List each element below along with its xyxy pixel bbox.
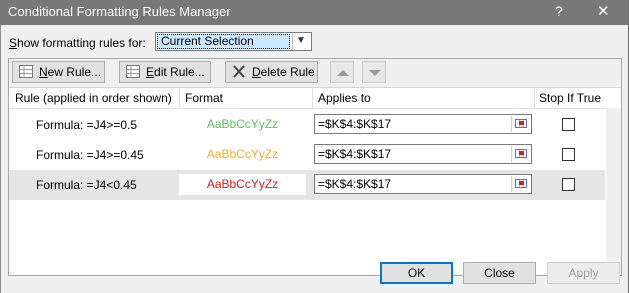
column-divider [312, 88, 313, 108]
move-up-icon [337, 70, 349, 76]
range-selector-icon[interactable] [511, 116, 530, 132]
rule-description: Formula: =J4>=0.45 [36, 148, 144, 162]
format-preview: AaBbCcYyZz [179, 174, 306, 195]
delete-rule-label: Delete Rule [252, 65, 315, 79]
format-preview: AaBbCcYyZz [206, 147, 279, 161]
chevron-down-icon[interactable]: ▼ [292, 34, 309, 49]
column-header-applies-to: Applies to [318, 91, 371, 105]
ok-button[interactable]: OK [380, 262, 453, 284]
column-divider [179, 88, 180, 108]
rule-row-2[interactable]: Formula: =J4>=0.45 AaBbCcYyZz =$K$4:$K$1… [9, 140, 605, 170]
move-up-button[interactable] [330, 61, 354, 83]
applies-to-value: =$K$4:$K$17 [318, 147, 392, 161]
stop-if-true-checkbox[interactable] [562, 178, 575, 191]
column-header-format: Format [185, 91, 224, 105]
column-header-stop-if-true: Stop If True [539, 91, 602, 105]
delete-icon [233, 65, 245, 78]
apply-button[interactable]: Apply [547, 262, 620, 284]
column-header-rule: Rule (applied in order shown) [15, 91, 172, 105]
format-preview: AaBbCcYyZz [206, 117, 279, 131]
edit-rule-label: Edit Rule... [146, 65, 205, 79]
show-rules-label: Show formatting rules for: [9, 36, 146, 50]
show-rules-dropdown[interactable]: Current Selection ▼ [155, 32, 312, 51]
edit-rule-button[interactable]: Edit Rule... [119, 61, 211, 83]
delete-rule-button[interactable]: Delete Rule [225, 61, 318, 83]
rules-panel: New Rule... Edit Rule... Delete Rule Rul… [8, 58, 622, 276]
help-button[interactable]: ? [555, 3, 563, 19]
rule-row-3[interactable]: Formula: =J4<0.45 AaBbCcYyZz =$K$4:$K$17 [9, 170, 605, 200]
stop-if-true-checkbox[interactable] [562, 148, 575, 161]
new-rule-button[interactable]: New Rule... [12, 61, 105, 83]
applies-to-field[interactable]: =$K$4:$K$17 [314, 144, 532, 164]
applies-to-value: =$K$4:$K$17 [318, 177, 392, 191]
show-rules-selected-value: Current Selection [157, 34, 290, 49]
stop-if-true-checkbox[interactable] [562, 118, 575, 131]
range-selector-icon[interactable] [511, 176, 530, 192]
dialog-body: Show formatting rules for: Current Selec… [0, 25, 629, 293]
applies-to-value: =$K$4:$K$17 [318, 117, 392, 131]
applies-to-field[interactable]: =$K$4:$K$17 [314, 174, 532, 194]
rules-toolbar: New Rule... Edit Rule... Delete Rule [9, 59, 621, 88]
move-down-icon [369, 70, 381, 76]
new-rule-icon [19, 65, 33, 78]
new-rule-label: New Rule... [39, 65, 102, 79]
edit-rule-icon [126, 65, 140, 78]
vertical-scrollbar[interactable] [606, 108, 621, 275]
close-icon[interactable]: ✕ [597, 2, 610, 20]
range-selector-icon[interactable] [511, 146, 530, 162]
rules-header: Rule (applied in order shown) Format App… [9, 88, 621, 109]
window-title: Conditional Formatting Rules Manager [8, 4, 231, 19]
column-divider [534, 88, 535, 108]
applies-to-field[interactable]: =$K$4:$K$17 [314, 114, 532, 134]
title-bar: Conditional Formatting Rules Manager ? ✕ [0, 0, 629, 25]
move-down-button[interactable] [362, 61, 386, 83]
rule-row-1[interactable]: Formula: =J4>=0.5 AaBbCcYyZz =$K$4:$K$17 [9, 110, 605, 140]
close-button[interactable]: Close [463, 262, 536, 284]
rule-description: Formula: =J4<0.45 [36, 178, 137, 192]
rule-description: Formula: =J4>=0.5 [36, 118, 138, 132]
